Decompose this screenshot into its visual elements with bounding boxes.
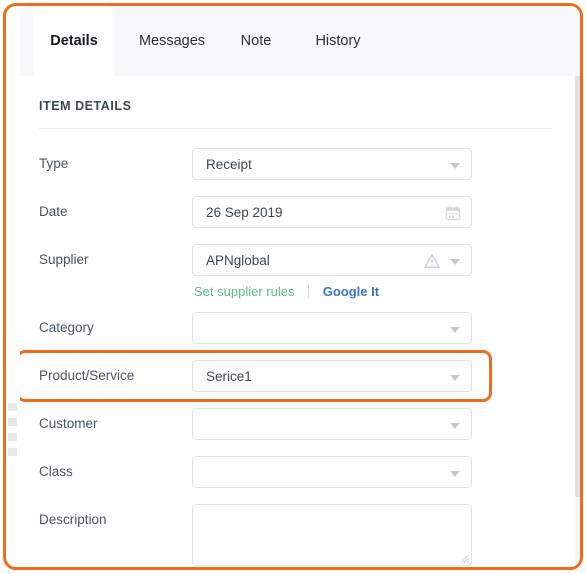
tab-details[interactable]: Details <box>34 6 114 76</box>
background-dot <box>8 403 17 411</box>
form-row-supplier: Supplier APNglobal <box>20 244 580 276</box>
category-select[interactable] <box>192 312 472 344</box>
google-it-link[interactable]: Google It <box>323 284 379 299</box>
chevron-down-icon <box>450 471 460 477</box>
details-form: ITEM DETAILS Type Receipt Date 26 Sep 20… <box>20 76 580 567</box>
form-row-product-service: Product/Service Serice1 <box>20 360 580 392</box>
tab-history[interactable]: History <box>300 6 376 76</box>
resize-handle-icon[interactable] <box>459 553 469 563</box>
form-row-description: Description <box>20 504 580 566</box>
form-row-customer: Customer <box>20 408 580 440</box>
label-class: Class <box>39 464 73 479</box>
description-textarea[interactable] <box>192 504 472 566</box>
link-separator <box>308 285 310 298</box>
label-category: Category <box>39 320 94 335</box>
section-divider <box>39 128 552 129</box>
date-field[interactable]: 26 Sep 2019 <box>192 196 472 228</box>
section-title: ITEM DETAILS <box>39 99 132 113</box>
chevron-down-icon <box>450 163 460 169</box>
label-description: Description <box>39 512 107 527</box>
label-product-service: Product/Service <box>39 368 135 383</box>
calendar-icon[interactable] <box>445 205 461 221</box>
label-supplier: Supplier <box>39 252 89 267</box>
class-select[interactable] <box>192 456 472 488</box>
form-row-class: Class <box>20 456 580 488</box>
customer-select[interactable] <box>192 408 472 440</box>
details-panel: Details Messages Note History ITEM DETAI… <box>20 6 580 567</box>
background-dot <box>8 448 17 456</box>
tab-note[interactable]: Note <box>228 6 284 76</box>
tab-bar: Details Messages Note History <box>20 6 580 76</box>
supplier-value: APNglobal <box>206 253 270 268</box>
label-type: Type <box>39 156 69 171</box>
scrollbar-thumb[interactable] <box>575 76 580 497</box>
chevron-down-icon <box>450 327 460 333</box>
set-supplier-rules-link[interactable]: Set supplier rules <box>194 284 294 299</box>
chevron-down-icon <box>450 423 460 429</box>
form-row-date: Date 26 Sep 2019 <box>20 196 580 228</box>
form-row-type: Type Receipt <box>20 148 580 180</box>
type-select[interactable]: Receipt <box>192 148 472 180</box>
product-service-value: Serice1 <box>206 369 252 384</box>
supplier-select[interactable]: APNglobal <box>192 244 472 276</box>
chevron-down-icon <box>450 259 460 265</box>
background-dot <box>8 418 17 426</box>
tab-messages[interactable]: Messages <box>125 6 219 76</box>
item-details-panel-frame: Details Messages Note History ITEM DETAI… <box>3 3 583 570</box>
supplier-links: Set supplier rules Google It <box>194 284 379 299</box>
label-date: Date <box>39 204 68 219</box>
warning-triangle-icon[interactable] <box>424 253 440 269</box>
form-row-category: Category <box>20 312 580 344</box>
date-value: 26 Sep 2019 <box>206 205 283 220</box>
label-customer: Customer <box>39 416 98 431</box>
type-value: Receipt <box>206 157 252 172</box>
chevron-down-icon <box>450 375 460 381</box>
product-service-select[interactable]: Serice1 <box>192 360 472 392</box>
background-dot <box>8 433 17 441</box>
